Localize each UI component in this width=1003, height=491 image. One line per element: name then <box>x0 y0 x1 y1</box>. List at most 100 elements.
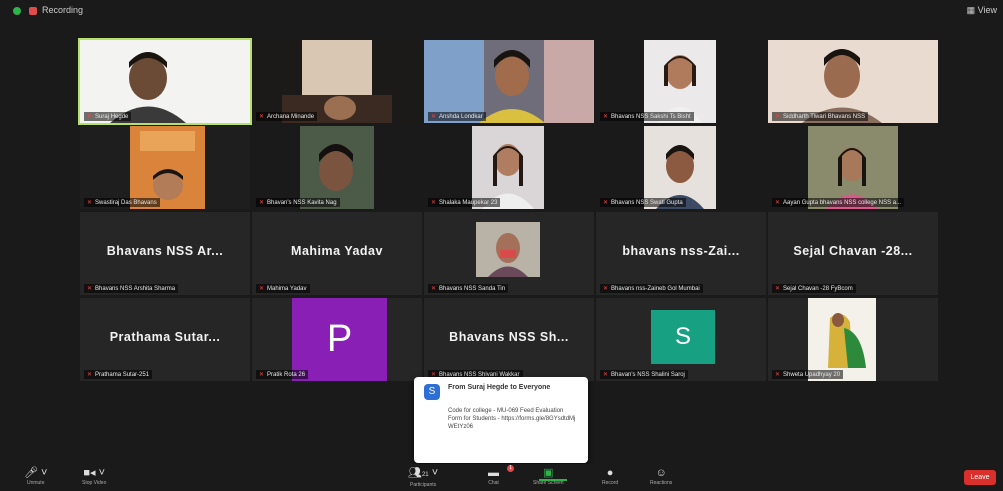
participant-tile[interactable]: ✕ Bhavans NSS Sanda Tin <box>424 212 594 295</box>
record-icon: ● <box>606 467 614 479</box>
top-bar: Recording ▦ View <box>0 0 1003 22</box>
mic-muted-icon: ✕ <box>775 372 781 378</box>
participant-tile[interactable]: Bhavans NSS Sh... ✕ Bhavans NSS Shivani W… <box>424 298 594 381</box>
mic-muted-icon: ✕ <box>259 286 265 292</box>
participant-video <box>768 126 938 209</box>
mic-muted-icon: ✕ <box>87 114 93 120</box>
mic-muted-icon: ✕ <box>87 200 93 206</box>
participant-display-name: Prathama Sutar... <box>109 330 221 344</box>
participant-tile[interactable]: ✕ Bhavans NSS Swati Gupta <box>596 126 766 209</box>
participant-name: ✕ Bhavan's NSS Kavita Nag <box>256 198 340 207</box>
mic-muted-icon: ✕ <box>775 286 781 292</box>
participant-name: ✕ Bhavans NSS Sakshi Ts Bisht <box>600 112 694 121</box>
mic-muted-icon: ✕ <box>431 200 437 206</box>
mic-muted-icon: ✕ <box>259 200 265 206</box>
participant-video <box>252 40 422 123</box>
mic-muted-icon: ✕ <box>775 200 781 206</box>
avatar: S <box>651 310 715 364</box>
mic-muted-icon: ✕ <box>603 114 609 120</box>
participant-display-name: Bhavans NSS Ar... <box>106 244 224 258</box>
share-indicator <box>539 479 567 481</box>
participant-tile[interactable]: S ✕ Bhavan's NSS Shalini Saroj <box>596 298 766 381</box>
mic-muted-icon: ✕ <box>603 200 609 206</box>
participant-name: ✕ Aayan Gupta bhavans NSS college NSS a..… <box>772 198 905 207</box>
chat-message: Code for college - MU-069 Feed Evaluatio… <box>448 408 576 430</box>
participant-video <box>424 40 594 123</box>
participant-name: ✕ Mahima Yadav <box>256 284 310 293</box>
participant-name: ✕ Anshda Londkar <box>428 112 486 121</box>
participant-tile[interactable]: ✕ Shweta Upadhyay 20 <box>768 298 938 381</box>
reactions-button[interactable]: ☺ Reactions <box>650 466 672 486</box>
mic-muted-icon: ✕ <box>431 114 437 120</box>
participant-name: ✕ Suraj Hegde <box>84 112 132 121</box>
security-shield-icon[interactable] <box>13 7 21 15</box>
mic-muted-icon: ✕ <box>603 286 609 292</box>
participant-display-name: Bhavans NSS Sh... <box>449 330 569 344</box>
participant-name: ✕ Sejal Chavan -28 FyBcom <box>772 284 856 293</box>
share-screen-button[interactable]: ▣ Share Screen <box>533 466 564 486</box>
chat-unread-badge: 1 <box>507 465 514 472</box>
participant-display-name: bhavans nss-Zai... <box>622 244 740 258</box>
participant-video <box>596 40 766 123</box>
participant-video <box>424 126 594 209</box>
chat-sender: From Suraj Hegde to Everyone <box>448 384 551 391</box>
stop-video-button[interactable]: ■◂ ˅ Stop Video <box>82 466 106 486</box>
participant-video <box>252 126 422 209</box>
participant-name: ✕ Bhavan's NSS Shalini Saroj <box>600 370 688 379</box>
participant-name: ✕ Pratik Rota 26 <box>256 370 309 379</box>
participant-name: ✕ Bhavans nss-Zaineb Gol Mumbai <box>600 284 703 293</box>
mic-muted-icon: ✕ <box>775 114 781 120</box>
participant-tile[interactable]: Bhavans NSS Ar... ✕ Bhavans NSS Arshita S… <box>80 212 250 295</box>
participant-name: ✕ Shweta Upadhyay 20 <box>772 370 844 379</box>
participant-video <box>768 298 938 381</box>
participant-tile[interactable]: ✕ Bhavans NSS Sakshi Ts Bisht <box>596 40 766 123</box>
participant-tile[interactable]: ✕ Siddharth Tiwari Bhavans NSS <box>768 40 938 123</box>
view-button[interactable]: ▦ View <box>967 5 997 16</box>
participant-tile[interactable]: Sejal Chavan -28... ✕ Sejal Chavan -28 Fy… <box>768 212 938 295</box>
participant-name: ✕ Shalaka Maupekar 23 <box>428 198 501 207</box>
participant-tile[interactable]: ✕ Swastiraj Das Bhavans <box>80 126 250 209</box>
participant-name: ✕ Archana Minande <box>256 112 318 121</box>
participant-display-name: Sejal Chavan -28... <box>793 244 913 258</box>
participants-icon: 👥︎21 ˅ <box>408 467 439 479</box>
participant-tile-suraj[interactable]: ✕ Suraj Hegde <box>78 38 252 125</box>
chat-notification[interactable]: S From Suraj Hegde to Everyone Code for … <box>414 377 588 463</box>
mic-muted-icon: ✕ <box>259 372 265 378</box>
mic-muted-icon: ✕ <box>259 114 265 120</box>
leave-button[interactable]: Leave <box>964 470 996 485</box>
participant-tile[interactable]: Prathama Sutar... ✕ Prathama Sutar-251 <box>80 298 250 381</box>
reactions-icon: ☺ <box>655 467 667 479</box>
participants-button[interactable]: 👥︎21 ˅ Participants <box>408 466 438 488</box>
mic-muted-icon: ✕ <box>603 372 609 378</box>
participant-video <box>80 126 250 209</box>
participant-name: ✕ Prathama Sutar-251 <box>84 370 153 379</box>
participant-tile[interactable]: bhavans nss-Zai... ✕ Bhavans nss-Zaineb G… <box>596 212 766 295</box>
participant-tile[interactable]: ✕ Archana Minande <box>252 40 422 123</box>
participant-tile[interactable]: Mahima Yadav ✕ Mahima Yadav <box>252 212 422 295</box>
mic-muted-icon: ✕ <box>87 372 93 378</box>
participant-tile[interactable]: ✕ Bhavan's NSS Kavita Nag <box>252 126 422 209</box>
participant-tile[interactable]: P ✕ Pratik Rota 26 <box>252 298 422 381</box>
participant-name: ✕ Swastiraj Das Bhavans <box>84 198 160 207</box>
participant-tile[interactable]: ✕ Anshda Londkar <box>424 40 594 123</box>
unmute-button[interactable]: 🎤︎ ˅ Unmute <box>24 466 47 486</box>
chat-icon: ▬ <box>488 467 499 479</box>
recording-label: Recording <box>42 5 84 15</box>
participant-tile[interactable]: ✕ Shalaka Maupekar 23 <box>424 126 594 209</box>
recording-icon[interactable] <box>29 7 37 15</box>
microphone-icon: 🎤︎ ˅ <box>24 467 48 479</box>
chat-button[interactable]: ▬ Chat <box>488 466 499 486</box>
participant-video <box>596 126 766 209</box>
video-camera-icon: ■◂ ˅ <box>83 467 106 479</box>
avatar: P <box>292 298 387 381</box>
record-button[interactable]: ● Record <box>602 466 618 486</box>
participant-name: ✕ Bhavans NSS Arshita Sharma <box>84 284 179 293</box>
mic-muted-icon: ✕ <box>431 286 437 292</box>
participant-name: ✕ Bhavans NSS Swati Gupta <box>600 198 686 207</box>
gallery-grid: ✕ Suraj Hegde ✕ Archana Minande ✕ Anshda Lo… <box>78 38 940 381</box>
mic-muted-icon: ✕ <box>87 286 93 292</box>
sender-avatar: S <box>424 384 440 400</box>
participant-tile[interactable]: ✕ Aayan Gupta bhavans NSS college NSS a..… <box>768 126 938 209</box>
participant-display-name: Mahima Yadav <box>291 244 383 258</box>
meeting-controls: 🎤︎ ˅ Unmute ■◂ ˅ Stop Video 👥︎21 ˅ Particip… <box>0 464 1003 491</box>
